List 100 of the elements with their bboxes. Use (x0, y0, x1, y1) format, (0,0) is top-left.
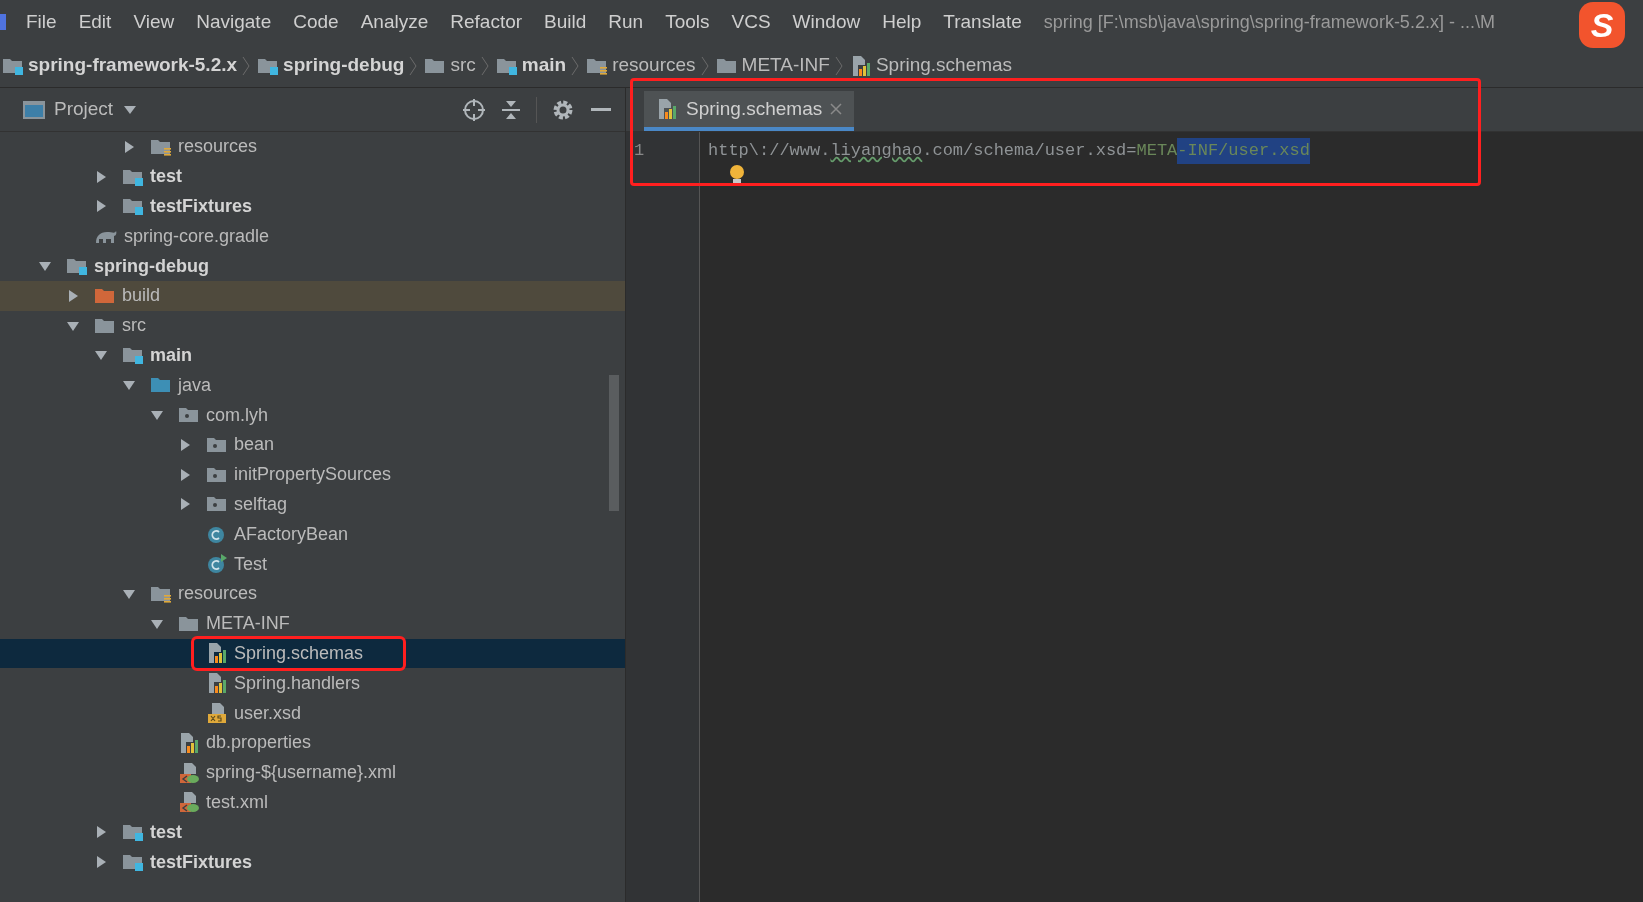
menu-item[interactable]: Window (792, 7, 861, 37)
menu-item[interactable]: Code (293, 7, 339, 37)
collapsed-arrow-icon[interactable] (94, 169, 108, 184)
module-folder-icon (122, 167, 144, 186)
tree-item[interactable]: bean (0, 429, 625, 460)
tree-item[interactable]: resources (0, 132, 625, 162)
tree-item[interactable]: Test (0, 549, 625, 579)
collapsed-arrow-icon[interactable] (94, 825, 108, 840)
collapsed-arrow-icon[interactable] (178, 437, 192, 452)
tree-item[interactable]: com.lyh (0, 400, 625, 430)
menu-item[interactable]: File (26, 7, 57, 37)
tree-item[interactable]: Spring.handlers (0, 668, 625, 699)
tree-item[interactable]: testFixtures (0, 847, 625, 877)
tree-item[interactable]: META-INF (0, 608, 625, 639)
resource-folder-icon (150, 137, 172, 156)
collapsed-arrow-icon[interactable] (178, 497, 192, 512)
tree-item[interactable]: Spring.schemas (0, 638, 625, 669)
properties-file-icon (206, 672, 228, 695)
tree-item-label: test (150, 165, 182, 189)
menu-item[interactable]: Run (608, 7, 644, 37)
menu-item[interactable]: Tools (665, 7, 710, 37)
menu-item[interactable]: Help (882, 7, 922, 37)
tree-item[interactable]: initPropertySources (0, 459, 625, 490)
breadcrumb[interactable]: src (450, 51, 476, 80)
properties-file-icon (178, 731, 200, 754)
chevron-icon (570, 54, 581, 77)
tree-item[interactable]: src (0, 310, 625, 341)
tree-item-label: test.xml (206, 790, 268, 814)
menu-item[interactable]: VCS (731, 7, 771, 37)
tree-item[interactable]: AFactoryBean (0, 519, 625, 550)
package-icon (206, 435, 228, 454)
xml-file-icon (178, 761, 200, 784)
chevron-icon (408, 54, 419, 77)
folder-icon (94, 286, 116, 305)
folder-icon (715, 56, 738, 75)
minimize-icon[interactable] (591, 107, 611, 112)
menu-item[interactable]: Translate (943, 7, 1022, 37)
collapsed-arrow-icon[interactable] (94, 855, 108, 869)
xml-file-icon (178, 791, 200, 814)
folder-icon (150, 376, 172, 395)
folder-icon (178, 614, 200, 633)
tree-item[interactable]: user.xsd (0, 698, 625, 728)
tree-item[interactable]: resources (0, 578, 625, 609)
crosshair-icon[interactable] (462, 97, 486, 122)
module-folder-icon (122, 823, 144, 842)
collapsed-arrow-icon[interactable] (122, 139, 136, 154)
tree-item[interactable]: test.xml (0, 787, 625, 818)
breadcrumb[interactable]: resources (612, 51, 696, 80)
tree-item[interactable]: test (0, 817, 625, 848)
tree-item[interactable]: testFixtures (0, 191, 625, 222)
tree-item-label: spring-debug (94, 254, 209, 278)
tree-item-label: Spring.schemas (234, 641, 364, 665)
menu-item[interactable]: Edit (78, 7, 112, 37)
collapsed-arrow-icon[interactable] (178, 467, 192, 482)
menu-item[interactable]: View (133, 7, 175, 37)
resource-folder-icon (150, 584, 172, 603)
tree-item-label: com.lyh (206, 403, 268, 427)
breadcrumb[interactable]: spring-framework-5.2.x (28, 51, 238, 80)
tree-item[interactable]: db.properties (0, 727, 625, 758)
editor-tab[interactable]: Spring.schemas (644, 91, 855, 131)
menu-item[interactable]: Refactor (450, 7, 523, 37)
tab-label: Spring.schemas (686, 96, 823, 121)
module-folder-icon (2, 56, 24, 75)
tree-item-label: spring-${username}.xml (206, 761, 397, 785)
breadcrumb[interactable]: Spring.schemas (875, 51, 1013, 80)
breadcrumb[interactable]: main (521, 51, 567, 80)
tree-item[interactable]: spring-core.gradle (0, 221, 625, 252)
package-icon (206, 495, 228, 514)
menu-item[interactable]: Navigate (196, 7, 272, 37)
tree-item-label: testFixtures (150, 850, 253, 874)
collapsed-arrow-icon[interactable] (66, 288, 80, 303)
collapsed-arrow-icon[interactable] (94, 199, 108, 214)
tree-item-label: testFixtures (150, 195, 253, 218)
tree-item-label: selftag (234, 492, 288, 516)
window-title: spring [F:\msb\java\spring\spring-framework-5.2.x] - ...\M (1043, 10, 1495, 34)
breadcrumb[interactable]: spring-debug (283, 51, 405, 80)
panel-title-dropdown[interactable]: Project (54, 95, 138, 124)
tree-item[interactable]: selftag (0, 489, 625, 520)
tree-item-label: test (150, 820, 182, 844)
lightbulb-icon[interactable] (728, 164, 746, 184)
ime-indicator[interactable]: S (1579, 2, 1625, 48)
menu-item[interactable]: Build (544, 7, 587, 37)
module-folder-icon (257, 56, 280, 75)
breadcrumb[interactable]: META-INF (741, 51, 830, 80)
tree-item[interactable]: build (0, 281, 625, 311)
tree-item[interactable]: spring-${username}.xml (0, 757, 625, 788)
tree-item[interactable]: test (0, 161, 625, 192)
tree-item[interactable]: main (0, 340, 625, 371)
folder-icon (94, 316, 116, 335)
window-icon (22, 99, 46, 120)
tree-item-label: main (150, 343, 192, 367)
tree-item[interactable]: spring-debug (0, 251, 625, 281)
module-folder-icon (66, 257, 88, 276)
tree-item[interactable]: java (0, 370, 625, 401)
xsd-file-icon (206, 702, 228, 725)
menu-item[interactable]: Analyze (360, 7, 429, 37)
class-icon (206, 554, 228, 575)
tree-item-label: db.properties (206, 731, 312, 755)
scrollbar-thumb[interactable] (609, 375, 619, 511)
tree-item-label: Test (234, 552, 267, 576)
